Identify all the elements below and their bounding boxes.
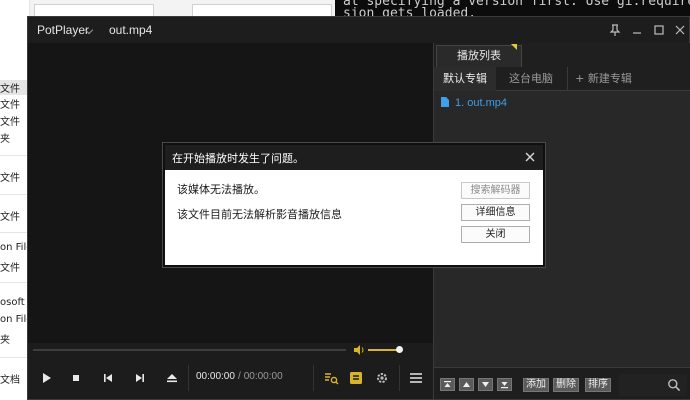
stop-button[interactable] [68,370,84,386]
explorer-item[interactable]: 夹 [0,331,30,346]
control-bar: 00:00:00/00:00:00 [28,357,433,399]
play-icon [43,373,51,383]
explorer-item[interactable]: 文件 [0,259,30,274]
triangle-up-icon [463,382,470,387]
tab-default-album[interactable]: 默认专辑 [434,67,496,91]
list-search-icon [325,373,339,385]
subtitle-icon [350,372,362,384]
playlist-search-toggle-button[interactable] [323,370,339,386]
next-button[interactable] [132,370,148,386]
time-total: 00:00:00 [243,371,283,382]
sort-button[interactable]: 排序 [585,378,611,392]
dialog-title-bar: 在开始播放时发生了问题。 [165,145,543,170]
divider [313,365,314,391]
close-icon [675,25,685,35]
playlist-toolbar: 添加 删除 排序 [434,367,690,399]
playlist-item[interactable]: 1. out.mp4 [441,97,507,111]
explorer-item[interactable]: 文件 [0,169,30,184]
minimize-button[interactable] [628,22,646,38]
delete-button[interactable]: 删除 [553,378,579,392]
explorer-divider [0,357,30,358]
explorer-item[interactable]: 夹 [0,130,30,145]
move-top-button[interactable] [440,378,455,391]
maximize-icon [654,25,664,35]
playlist-tabs: 默认专辑 这台电脑 + 新建专辑 [434,67,690,91]
skip-next-icon [136,374,144,382]
time-current: 00:00:00 [196,371,235,382]
explorer-item[interactable]: 文件 [0,96,30,111]
explorer-item[interactable]: on File [0,314,30,325]
eject-icon [167,374,177,383]
previous-button[interactable] [100,370,116,386]
corner-flag-icon [511,44,517,50]
explorer-item[interactable]: 文件 [0,80,30,95]
pin-icon [609,24,621,36]
explorer-divider [0,194,30,195]
seek-row [28,343,433,357]
playlist-header-tab[interactable]: 播放列表 [436,45,522,67]
volume-slider-handle[interactable] [396,346,403,353]
move-down-button[interactable] [478,378,493,391]
search-decoder-button[interactable]: 搜索解码器 [461,182,530,199]
move-top-icon [444,381,451,387]
explorer-sidebar: 文件 文件 文件 夹 文件 文件 on File 文件 osoft on Fil… [0,0,30,400]
seek-bar[interactable] [33,349,346,351]
dialog-message-secondary: 该文件目前无法解析影音播放信息 [177,208,342,221]
details-button[interactable]: 详细信息 [461,204,530,221]
move-bottom-icon [501,382,508,389]
explorer-item[interactable]: osoft [0,297,30,308]
hamburger-menu-icon [410,373,422,383]
volume-icon[interactable] [353,344,365,356]
file-icon [441,97,449,107]
explorer-divider [0,155,30,156]
add-button[interactable]: 添加 [523,378,549,392]
tab-this-pc[interactable]: 这台电脑 [496,67,566,91]
title-bar[interactable]: PotPlayer out.mp4 [28,17,689,43]
move-up-button[interactable] [459,378,474,391]
tab-new-album[interactable]: + 新建专辑 [567,67,639,91]
move-bottom-button[interactable] [497,378,512,391]
playlist-item-label: 1. out.mp4 [455,97,507,109]
search-icon [668,379,681,392]
stop-icon [73,375,79,381]
playlist-header: 播放列表 [434,43,690,67]
triangle-down-icon [482,382,489,387]
close-icon [525,152,535,162]
playlist-search-box[interactable] [619,374,687,396]
subtitle-button[interactable] [348,370,364,386]
explorer-item[interactable]: on File [0,242,30,253]
maximize-button[interactable] [650,22,668,38]
close-button[interactable]: 关闭 [461,226,530,243]
app-menu-button[interactable]: PotPlayer [37,23,89,37]
dialog-close-button[interactable] [524,151,536,163]
dialog-message-primary: 该媒体无法播放。 [177,183,265,196]
explorer-divider [0,282,30,283]
explorer-divider [0,232,30,233]
error-dialog: 在开始播放时发生了问题。 该媒体无法播放。 该文件目前无法解析影音播放信息 搜索… [163,143,545,267]
divider [188,365,189,391]
divider [399,365,400,391]
window-title: out.mp4 [109,23,153,37]
time-separator: / [237,371,241,382]
gear-icon [377,373,387,383]
menu-button[interactable] [408,370,424,386]
time-display: 00:00:00/00:00:00 [196,371,283,382]
explorer-item[interactable]: 文件 [0,113,30,128]
close-window-button[interactable] [671,22,689,38]
pin-button[interactable] [606,22,624,38]
play-button[interactable] [38,370,54,386]
skip-previous-icon [104,374,112,382]
settings-button[interactable] [374,370,390,386]
dialog-title: 在开始播放时发生了问题。 [172,152,304,165]
explorer-item[interactable]: 文件 [0,208,30,223]
eject-button[interactable] [164,370,180,386]
explorer-item[interactable]: 文档 [0,371,30,386]
minimize-icon [633,32,641,34]
